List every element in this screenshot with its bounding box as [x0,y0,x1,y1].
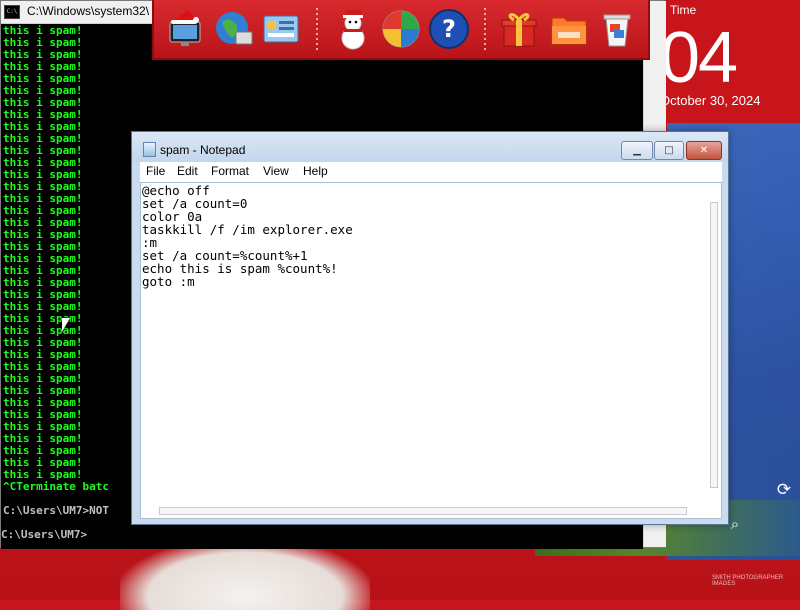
recycle-bin-icon[interactable] [594,6,640,52]
console-output-line: this i spam! [3,72,83,85]
computer-santa-hat-icon[interactable] [162,6,208,52]
control-panel-icon[interactable] [258,6,304,52]
horizontal-scrollbar[interactable] [156,504,692,518]
notepad-content[interactable]: @echo off set /a count=0 color 0a taskkill … [142,184,702,288]
vertical-scrollbar[interactable] [707,199,721,502]
refresh-icon[interactable]: ⟳ [774,480,794,500]
windows-update-icon[interactable] [378,6,424,52]
notepad-app-icon [143,142,156,157]
mouse-pointer-icon [62,318,70,332]
notepad-titlebar[interactable]: spam - Notepad ▁ □ ✕ [132,132,728,162]
time-tile-day: 04 [660,18,738,98]
help-icon[interactable]: ? [426,6,472,52]
toolbar-separator [484,8,486,52]
gift-box-icon[interactable] [496,6,542,52]
menu-format[interactable]: Format [211,164,249,178]
folder-icon[interactable] [546,6,592,52]
console-output-line: this i spam! [3,84,83,97]
notepad-line: set /a count=0 [142,196,248,211]
maximize-button[interactable]: □ [654,141,684,160]
internet-globe-icon[interactable] [210,6,256,52]
menu-help[interactable]: Help [303,164,328,178]
vertical-scroll-thumb[interactable] [710,202,718,488]
time-tile-label: Time [670,3,697,17]
notepad-menubar: File Edit Format View Help [140,162,722,182]
console-terminate-line: ^CTerminate batc [3,481,109,493]
notepad-line: echo this is spam %count%! [142,261,338,276]
horizontal-scroll-thumb[interactable] [159,507,687,515]
notepad-window[interactable]: spam - Notepad ▁ □ ✕ File Edit Format Vi… [131,131,729,525]
notepad-text-area[interactable]: @echo off set /a count=0 color 0a taskkill … [140,182,722,519]
console-output-line: this i spam! [3,96,83,109]
svg-text:?: ? [442,15,456,43]
menu-view[interactable]: View [263,164,289,178]
time-tile-date: October 30, 2024 [660,93,761,108]
console-output-line: this i spam! [3,60,83,73]
icon-toolbar: ? [152,0,650,60]
console-title: C:\Windows\system32\ [27,4,150,18]
console-app-icon: C:\ [4,5,20,19]
console-prompt-line: C:\Users\UM7>NOT [3,505,109,517]
notepad-line: taskkill /f /im explorer.exe [142,222,353,237]
notepad-line: goto :m [142,274,195,289]
close-button[interactable]: ✕ [686,141,722,160]
snowman-icon[interactable] [330,6,376,52]
toolbar-separator [316,8,318,52]
console-output-line: this i spam! [3,108,83,121]
menu-edit[interactable]: Edit [177,164,198,178]
minimize-button[interactable]: ▁ [621,141,653,160]
menu-file[interactable]: File [146,164,165,178]
notepad-title: spam - Notepad [160,143,246,157]
wallpaper-watermark: SMITH PHOTOGRAPHER IMAGES [712,575,784,587]
console-current-prompt[interactable]: C:\Users\UM7> [1,529,643,549]
